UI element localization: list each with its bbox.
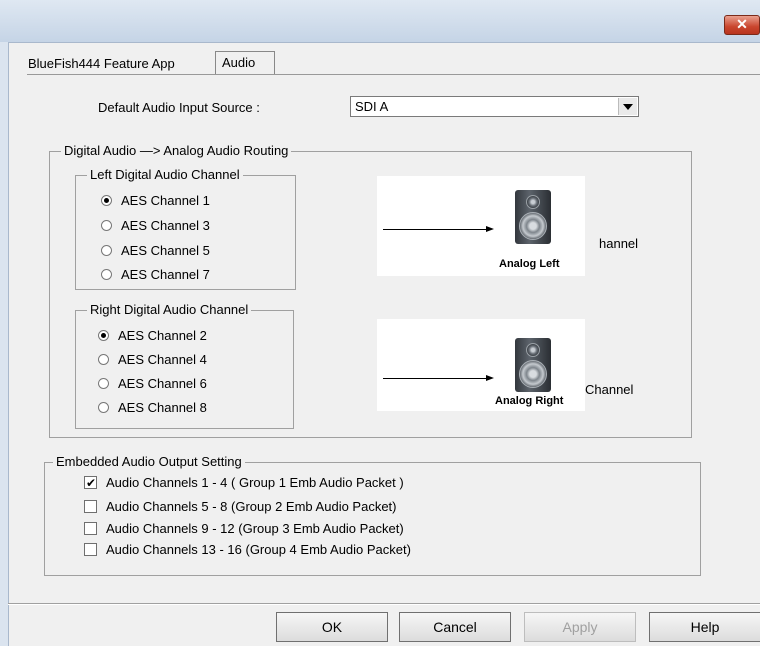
arrow-right-icon	[486, 375, 494, 381]
checkbox-label: Audio Channels 5 - 8 (Group 2 Emb Audio …	[106, 499, 397, 514]
close-button[interactable]: ✕	[724, 15, 760, 35]
right-side-text: Channel	[585, 382, 634, 397]
left-arrow-line	[383, 229, 488, 230]
checkbox-group-4[interactable]: Audio Channels 13 - 16 (Group 4 Emb Audi…	[84, 541, 411, 559]
checkbox-label: Audio Channels 13 - 16 (Group 4 Emb Audi…	[106, 542, 411, 557]
radio-right-aes-4[interactable]: AES Channel 4	[98, 351, 207, 369]
radio-button[interactable]	[101, 195, 112, 207]
embedded-audio-title: Embedded Audio Output Setting	[53, 454, 245, 469]
radio-right-aes-6[interactable]: AES Channel 6	[98, 375, 207, 393]
radio-button[interactable]	[101, 269, 112, 281]
title-bar: ✕	[0, 0, 760, 43]
footer-separator-highlight	[8, 604, 760, 605]
checkbox-label: Audio Channels 1 - 4 ( Group 1 Emb Audio…	[106, 475, 404, 490]
left-side-text: hannel	[599, 236, 639, 251]
chevron-down-icon[interactable]	[618, 98, 637, 115]
speaker-left-icon	[515, 190, 551, 244]
radio-button[interactable]	[98, 354, 109, 366]
checkbox-group-1[interactable]: Audio Channels 1 - 4 ( Group 1 Emb Audio…	[84, 474, 404, 492]
radio-right-aes-8[interactable]: AES Channel 8	[98, 399, 207, 417]
radio-right-aes-2[interactable]: AES Channel 2	[98, 327, 207, 345]
checkbox[interactable]	[84, 500, 97, 514]
left-channel-title: Left Digital Audio Channel	[87, 167, 243, 182]
apply-button[interactable]: Apply	[524, 612, 636, 642]
radio-label: AES Channel 8	[118, 400, 207, 415]
radio-left-aes-1[interactable]: AES Channel 1	[101, 192, 210, 210]
radio-label: AES Channel 2	[118, 328, 207, 343]
radio-button[interactable]	[101, 245, 112, 257]
radio-button[interactable]	[101, 220, 112, 232]
speaker-right-label: Analog Right	[495, 395, 564, 407]
tab-audio[interactable]: Audio	[215, 51, 275, 75]
tab-feature-app[interactable]: BlueFish444 Feature App	[28, 53, 211, 74]
window-frame	[0, 42, 9, 646]
ok-button[interactable]: OK	[276, 612, 388, 642]
routing-group-title: Digital Audio —> Analog Audio Routing	[61, 143, 292, 158]
input-source-value: SDI A	[355, 99, 389, 114]
help-button[interactable]: Help	[649, 612, 760, 642]
checkbox[interactable]	[84, 522, 97, 536]
radio-label: AES Channel 1	[121, 193, 210, 208]
radio-button[interactable]	[98, 402, 109, 414]
radio-label: AES Channel 4	[118, 352, 207, 367]
arrow-right-icon	[486, 226, 494, 232]
radio-button[interactable]	[98, 330, 109, 342]
radio-button[interactable]	[98, 378, 109, 390]
radio-left-aes-5[interactable]: AES Channel 5	[101, 242, 210, 260]
radio-left-aes-7[interactable]: AES Channel 7	[101, 266, 210, 284]
checkbox-group-2[interactable]: Audio Channels 5 - 8 (Group 2 Emb Audio …	[84, 498, 397, 516]
checkbox-group-3[interactable]: Audio Channels 9 - 12 (Group 3 Emb Audio…	[84, 520, 404, 538]
checkbox-label: Audio Channels 9 - 12 (Group 3 Emb Audio…	[106, 521, 404, 536]
checkbox[interactable]	[84, 474, 97, 492]
radio-label: AES Channel 6	[118, 376, 207, 391]
tab-panel-border	[27, 74, 760, 75]
radio-label: AES Channel 7	[121, 267, 210, 282]
cancel-button[interactable]: Cancel	[399, 612, 511, 642]
right-arrow-line	[383, 378, 488, 379]
speaker-right-icon	[515, 338, 551, 392]
close-icon: ✕	[736, 16, 748, 32]
radio-label: AES Channel 3	[121, 218, 210, 233]
radio-left-aes-3[interactable]: AES Channel 3	[101, 217, 210, 235]
input-source-select[interactable]: SDI A	[350, 96, 639, 117]
radio-label: AES Channel 5	[121, 243, 210, 258]
input-source-label: Default Audio Input Source :	[98, 100, 260, 115]
checkbox[interactable]	[84, 543, 97, 557]
right-channel-title: Right Digital Audio Channel	[87, 302, 252, 317]
speaker-left-label: Analog Left	[499, 258, 560, 270]
